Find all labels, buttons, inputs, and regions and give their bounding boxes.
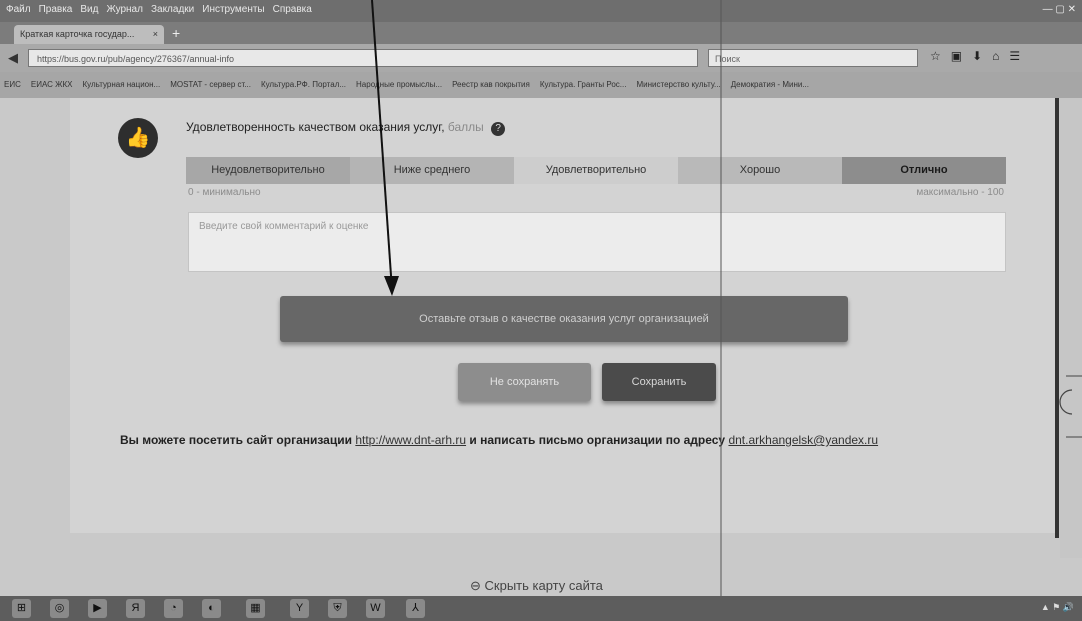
- shield-icon[interactable]: ⛨: [328, 599, 347, 618]
- annotation-arrow-head: [384, 276, 399, 296]
- annotation-arrow-shaft: [371, 0, 393, 291]
- photo-icon[interactable]: ▦: [246, 599, 265, 618]
- explorer-icon[interactable]: ◔: [164, 599, 183, 618]
- word-icon[interactable]: W: [366, 599, 385, 618]
- chrome-icon[interactable]: ◎: [50, 599, 69, 618]
- pdf-icon[interactable]: ⅄: [406, 599, 425, 618]
- yandex-browser-icon[interactable]: Y: [290, 599, 309, 618]
- annotation-overlay: [371, 0, 1082, 621]
- taskbar: ⊞ ◎ ▶ Я ◔ ◐ ▦ Y ⛨ W ⅄ ▲ ⚑ 🔊: [0, 596, 1082, 621]
- yandex-icon[interactable]: Я: [126, 599, 145, 618]
- browser-icon[interactable]: ◐: [202, 599, 221, 618]
- scroll-circle-icon: [1059, 389, 1073, 415]
- start-icon[interactable]: ⊞: [12, 599, 31, 618]
- media-icon[interactable]: ▶: [88, 599, 107, 618]
- system-tray[interactable]: ▲ ⚑ 🔊: [1041, 602, 1074, 613]
